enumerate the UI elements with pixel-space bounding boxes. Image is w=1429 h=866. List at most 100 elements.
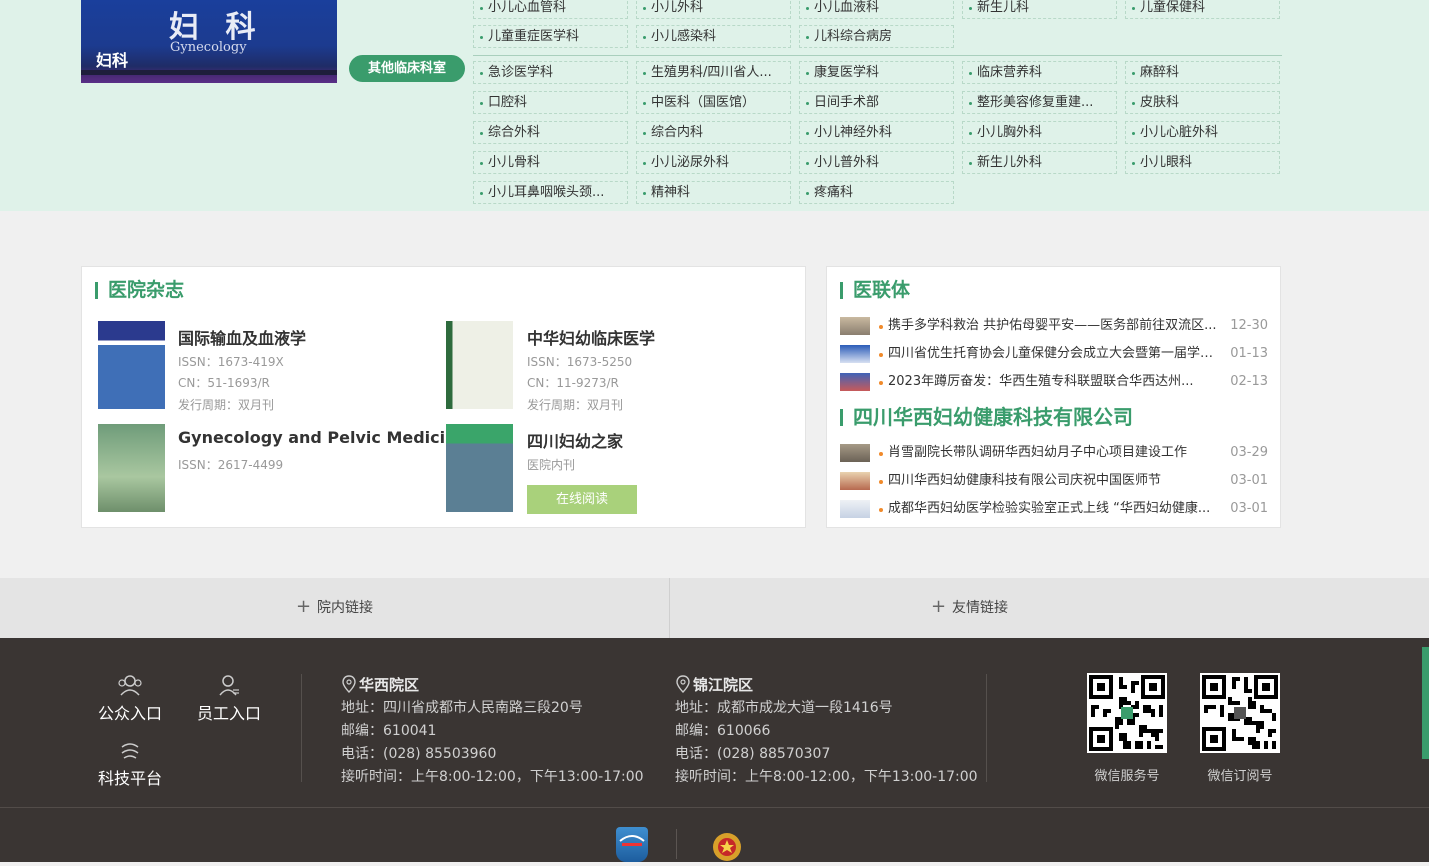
divider bbox=[676, 829, 677, 859]
magazine-issn: ISSN：2617-4499 bbox=[178, 458, 284, 472]
dept-link[interactable]: 新生儿科 bbox=[962, 0, 1117, 19]
campus-title: 华西院区 bbox=[342, 674, 419, 695]
dept-link[interactable]: 小儿胸外科 bbox=[962, 121, 1117, 144]
dept-link[interactable]: 儿科综合病房 bbox=[799, 25, 954, 48]
dept-link[interactable]: 急诊医学科 bbox=[473, 61, 628, 84]
magazine-issn: ISSN：1673-5250 bbox=[527, 355, 633, 369]
campus-zip: 邮编：610041 bbox=[341, 723, 437, 739]
dept-link[interactable]: 中医科（国医馆） bbox=[636, 91, 791, 114]
tech-platform-label: 科技平台 bbox=[97, 769, 162, 788]
emblem-icon bbox=[713, 833, 741, 861]
qr-code-icon bbox=[1089, 675, 1165, 751]
dept-link[interactable]: 小儿心脏外科 bbox=[1125, 121, 1280, 144]
dept-link[interactable]: 新生儿外科 bbox=[962, 151, 1117, 174]
public-entry-label: 公众入口 bbox=[97, 704, 162, 723]
news-title[interactable]: 2023年蹲厉奋发：华西生殖专科联盟联合华西达州... bbox=[888, 372, 1218, 392]
side-float-tab[interactable] bbox=[1422, 647, 1429, 759]
dept-link[interactable]: 小儿血液科 bbox=[799, 0, 954, 19]
dept-link[interactable]: 小儿普外科 bbox=[799, 151, 954, 174]
read-online-button[interactable]: 在线阅读 bbox=[527, 485, 637, 514]
public-entry-link[interactable]: 公众入口 bbox=[97, 674, 163, 724]
internal-links-label: 院内链接 bbox=[317, 600, 374, 616]
magazine-period: 发行周期：双月刊 bbox=[527, 398, 624, 412]
campus-zip: 邮编：610066 bbox=[675, 723, 771, 739]
gynecology-banner[interactable]: 妇 科 Gynecology 妇科 bbox=[81, 0, 337, 83]
bullet-icon bbox=[879, 508, 883, 512]
dept-link[interactable]: 综合外科 bbox=[473, 121, 628, 144]
dept-link[interactable]: 儿童保健科 bbox=[1125, 0, 1280, 19]
magazine-name[interactable]: 中华妇幼临床医学 bbox=[527, 325, 655, 349]
magazine-cn: CN：11-9273/R bbox=[527, 376, 619, 390]
news-date: 02-13 bbox=[1230, 374, 1268, 389]
other-clinical-tag: 其他临床科室 bbox=[349, 55, 465, 82]
news-item[interactable]: 携手多学科救治 共护佑母婴平安——医务部前往双流区... 12-30 bbox=[840, 316, 1268, 336]
news-thumbnail bbox=[840, 444, 870, 462]
campus-hours: 接听时间：上午8:00-12:00，下午13:00-17:00 bbox=[675, 769, 978, 785]
wechat-service-qr-code bbox=[1087, 673, 1167, 753]
dept-link[interactable]: 生殖男科/四川省人... bbox=[636, 61, 791, 84]
dept-link[interactable]: 综合内科 bbox=[636, 121, 791, 144]
news-thumbnail bbox=[840, 317, 870, 335]
news-title[interactable]: 成都华西妇幼医学检验实验室正式上线 “华西妇幼健康... bbox=[888, 499, 1218, 519]
magazine-issn: ISSN：1673-419X bbox=[178, 355, 284, 369]
footer: 公众入口 员工入口 科技平台 华西院区 地址：四川省成都市人民南路三段20号 邮… bbox=[0, 638, 1429, 862]
magazine-cover[interactable] bbox=[98, 424, 165, 512]
news-date: 03-29 bbox=[1230, 445, 1268, 460]
dept-link[interactable]: 小儿泌尿外科 bbox=[636, 151, 791, 174]
news-item[interactable]: 肖雪副院长带队调研华西妇幼月子中心项目建设工作 03-29 bbox=[840, 443, 1268, 463]
campus-address: 地址：四川省成都市人民南路三段20号 bbox=[341, 700, 583, 716]
dept-link[interactable]: 临床营养科 bbox=[962, 61, 1117, 84]
dept-link[interactable]: 精神科 bbox=[636, 181, 791, 204]
campus-title: 锦江院区 bbox=[676, 674, 753, 695]
links-bar: + 院内链接 + 友情链接 bbox=[0, 578, 1429, 638]
magazine-name[interactable]: 国际输血及血液学 bbox=[178, 325, 306, 349]
dept-link[interactable]: 小儿神经外科 bbox=[799, 121, 954, 144]
news-item[interactable]: 2023年蹲厉奋发：华西生殖专科联盟联合华西达州... 02-13 bbox=[840, 372, 1268, 392]
police-emblem-icon[interactable] bbox=[710, 827, 744, 862]
news-item[interactable]: 成都华西妇幼医学检验实验室正式上线 “华西妇幼健康... 03-01 bbox=[840, 499, 1268, 519]
banner-label: 妇科 bbox=[96, 51, 129, 70]
news-title[interactable]: 四川华西妇幼健康科技有限公司庆祝中国医师节 bbox=[888, 471, 1218, 491]
dept-link[interactable]: 皮肤科 bbox=[1125, 91, 1280, 114]
qr-caption: 微信订阅号 bbox=[1207, 769, 1273, 784]
dept-link[interactable]: 小儿眼科 bbox=[1125, 151, 1280, 174]
banner-subtitle: Gynecology bbox=[170, 40, 247, 55]
dept-link[interactable]: 小儿心血管科 bbox=[473, 0, 628, 19]
dept-link[interactable]: 儿童重症医学科 bbox=[473, 25, 628, 48]
dept-link[interactable]: 小儿耳鼻咽喉头颈... bbox=[473, 181, 628, 204]
news-thumbnail bbox=[840, 472, 870, 490]
dept-link[interactable]: 疼痛科 bbox=[799, 181, 954, 204]
campus-address: 地址：成都市成龙大道一段1416号 bbox=[675, 700, 893, 716]
news-item[interactable]: 四川华西妇幼健康科技有限公司庆祝中国医师节 03-01 bbox=[840, 471, 1268, 491]
tech-platform-link[interactable]: 科技平台 bbox=[97, 739, 163, 789]
news-item[interactable]: 四川省优生托育协会儿童保健分会成立大会暨第一届学术... 01-13 bbox=[840, 344, 1268, 364]
news-date: 03-01 bbox=[1230, 501, 1268, 516]
divider bbox=[473, 55, 1282, 56]
magazine-cover[interactable] bbox=[446, 321, 513, 409]
location-pin-icon bbox=[676, 675, 690, 693]
news-title[interactable]: 肖雪副院长带队调研华西妇幼月子中心项目建设工作 bbox=[888, 443, 1218, 463]
divider bbox=[0, 807, 1429, 808]
dept-link[interactable]: 康复医学科 bbox=[799, 61, 954, 84]
staff-entry-link[interactable]: 员工入口 bbox=[196, 674, 262, 724]
government-badge-icon[interactable] bbox=[616, 827, 648, 862]
internal-links-toggle[interactable]: + 院内链接 bbox=[0, 578, 669, 638]
magazine-cover[interactable] bbox=[98, 321, 165, 409]
news-title[interactable]: 携手多学科救治 共护佑母婴平安——医务部前往双流区... bbox=[888, 316, 1218, 336]
news-title[interactable]: 四川省优生托育协会儿童保健分会成立大会暨第一届学术... bbox=[888, 344, 1218, 364]
dept-link[interactable]: 日间手术部 bbox=[799, 91, 954, 114]
dept-link[interactable]: 口腔科 bbox=[473, 91, 628, 114]
magazine-period: 发行周期：双月刊 bbox=[178, 398, 275, 412]
department-section: 妇 科 Gynecology 妇科 其他临床科室 小儿心血管科 小儿外科 小儿血… bbox=[0, 0, 1429, 211]
friendly-links-toggle[interactable]: + 友情链接 bbox=[670, 578, 1269, 638]
dept-link[interactable]: 小儿感染科 bbox=[636, 25, 791, 48]
dept-link[interactable]: 整形美容修复重建... bbox=[962, 91, 1117, 114]
dept-link[interactable]: 小儿外科 bbox=[636, 0, 791, 19]
dept-link[interactable]: 麻醉科 bbox=[1125, 61, 1280, 84]
dept-link[interactable]: 小儿骨科 bbox=[473, 151, 628, 174]
qr-code-icon bbox=[1202, 675, 1278, 751]
plus-icon: + bbox=[930, 596, 947, 617]
magazine-name[interactable]: Gynecology and Pelvic Medicine bbox=[178, 428, 467, 447]
magazine-name[interactable]: 四川妇幼之家 bbox=[527, 428, 623, 452]
magazine-cover[interactable] bbox=[446, 424, 513, 512]
